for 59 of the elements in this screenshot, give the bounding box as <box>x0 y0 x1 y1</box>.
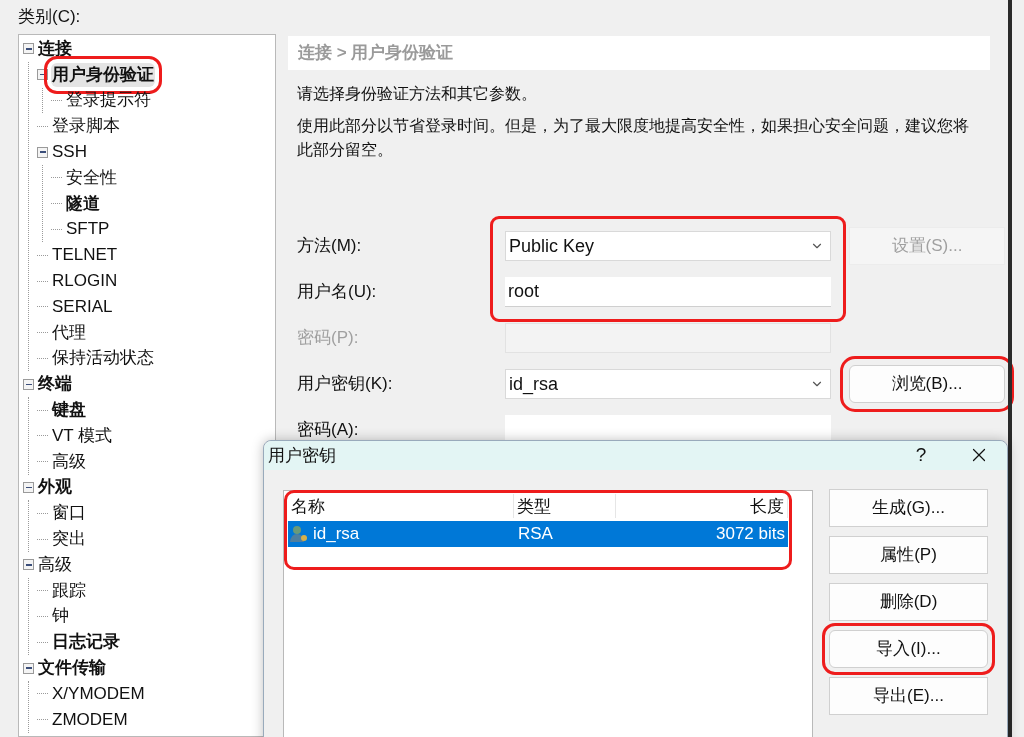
table-cell-text: id_rsa <box>312 522 361 545</box>
tree-item[interactable]: SSH <box>51 140 88 165</box>
dialog-title: 用户密钥 <box>268 444 337 467</box>
tree-item[interactable]: 窗口 <box>51 501 87 526</box>
tree-item[interactable]: X/YMODEM <box>51 681 146 706</box>
tree-item[interactable]: 钟 <box>51 604 70 629</box>
column-header[interactable]: 名称 <box>288 493 514 518</box>
tree-item[interactable]: RLOGIN <box>51 269 119 294</box>
key-row[interactable]: id_rsa RSA 3072 bits <box>288 520 788 547</box>
collapse-icon[interactable] <box>23 43 34 55</box>
field-label: 用户名(U): <box>297 281 378 304</box>
field-label: 密码(A): <box>297 419 360 442</box>
collapse-icon[interactable] <box>37 146 48 158</box>
help-button[interactable]: ? <box>891 441 951 470</box>
collapse-icon[interactable] <box>23 559 34 571</box>
tree-item[interactable]: 登录脚本 <box>51 114 121 139</box>
collapse-icon[interactable] <box>23 662 34 674</box>
tree-item[interactable]: 代理 <box>51 320 87 345</box>
dialog-button[interactable]: 属性(P) <box>829 535 988 574</box>
table-cell-text: RSA <box>517 522 554 545</box>
tree-item[interactable]: 隧道 <box>65 191 101 216</box>
dialog-button[interactable]: 导出(E)... <box>829 676 988 715</box>
tree-item[interactable]: VT 模式 <box>51 423 114 448</box>
tree-item[interactable]: 突出 <box>51 527 87 552</box>
tree-item[interactable]: 连接 <box>37 36 73 61</box>
tree-item[interactable]: 文件传输 <box>37 656 107 680</box>
tree-item[interactable]: 登录提示符 <box>65 88 152 113</box>
field-label: 方法(M): <box>297 235 363 258</box>
tree-item[interactable]: 保持活动状态 <box>51 346 155 371</box>
tree-item[interactable]: TELNET <box>51 243 119 268</box>
tree-item[interactable]: 高级 <box>37 552 73 577</box>
field-label: 密码(P): <box>297 327 360 350</box>
tree-item[interactable]: 日志记录 <box>51 630 121 655</box>
description-text: 使用此部分以节省登录时间。但是，为了最大限度地提高安全性，如果担心安全问题，建议您将此部分留空。 <box>297 116 970 160</box>
breadcrumb-bar: 连接 > 用户身份验证 <box>288 36 990 70</box>
dialog-button[interactable]: 删除(D) <box>829 582 988 621</box>
text-field[interactable]: root <box>505 277 831 307</box>
description-text: 请选择身份验证方法和其它参数。 <box>297 84 538 104</box>
tree-item[interactable]: 外观 <box>37 475 73 500</box>
collapse-icon[interactable] <box>37 69 48 81</box>
tree-item[interactable]: SERIAL <box>51 294 114 319</box>
dropdown-field[interactable]: Public Key <box>505 231 831 261</box>
tree-item[interactable]: 安全性 <box>65 165 118 190</box>
dialog-button[interactable]: 生成(G)... <box>829 488 988 527</box>
collapse-icon[interactable] <box>23 378 34 390</box>
tree-item[interactable]: 键盘 <box>51 398 87 423</box>
tree-item[interactable]: 高级 <box>51 449 87 474</box>
tree-item[interactable]: ZMODEM <box>51 707 129 732</box>
field-label: 用户密钥(K): <box>297 373 394 396</box>
column-header[interactable]: 长度 <box>616 493 788 518</box>
category-label: 类别(C): <box>18 6 82 28</box>
tree-item[interactable]: 终端 <box>37 372 73 397</box>
table-cell-text: 3072 bits <box>715 522 786 545</box>
collapse-icon[interactable] <box>23 481 34 493</box>
column-header[interactable]: 类型 <box>514 493 616 518</box>
dropdown-field[interactable]: id_rsa <box>505 369 831 399</box>
tree-item[interactable]: 跟踪 <box>51 578 87 603</box>
key-person-icon <box>289 523 309 544</box>
tree-item[interactable]: SFTP <box>65 217 111 242</box>
